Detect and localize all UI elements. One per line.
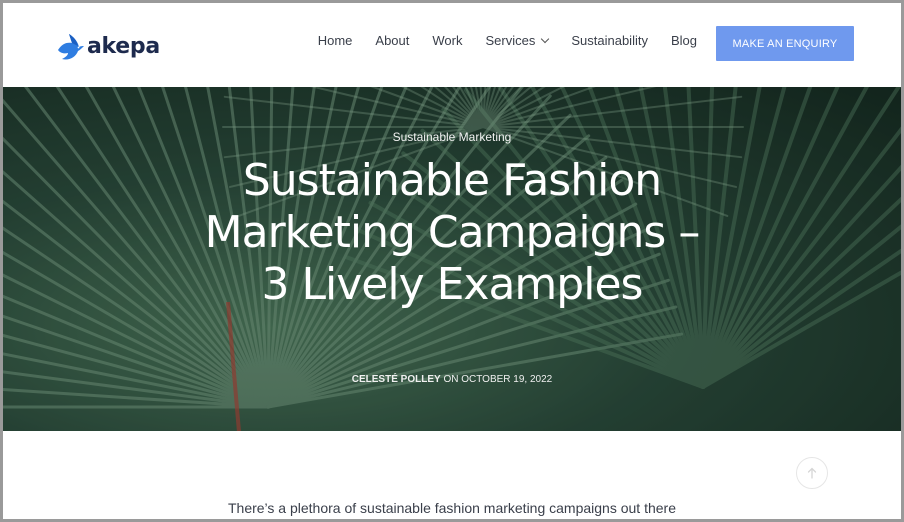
article-intro-text: There’s a plethora of sustainable fashio… xyxy=(227,500,676,516)
logo-text: akepa xyxy=(87,33,160,59)
nav-item-sustainability[interactable]: Sustainability xyxy=(571,33,648,48)
author-link[interactable]: CELESTÉ POLLEY xyxy=(352,374,441,385)
hero-banner: Sustainable Marketing Sustainable Fashio… xyxy=(3,87,901,431)
logo[interactable]: akepa xyxy=(54,29,160,63)
nav-item-home[interactable]: Home xyxy=(318,33,353,48)
nav-item-label: About xyxy=(375,33,410,48)
nav-item-blog[interactable]: Blog xyxy=(671,33,697,48)
site-header: akepa Home About Work Services Sustainab… xyxy=(3,3,901,87)
chevron-down-icon xyxy=(541,34,550,44)
post-date: OCTOBER 19, 2022 xyxy=(461,374,553,385)
nav-item-work[interactable]: Work xyxy=(432,33,462,48)
nav-item-about[interactable]: About xyxy=(375,33,409,48)
bird-icon xyxy=(58,34,84,60)
scroll-to-top-button[interactable] xyxy=(796,457,828,489)
arrow-up-icon xyxy=(807,467,817,479)
post-byline: CELESTÉ POLLEY ON OCTOBER 19, 2022 xyxy=(3,374,901,385)
nav-item-services[interactable]: Services xyxy=(485,33,550,48)
nav-item-label: Work xyxy=(432,33,463,48)
post-category-link[interactable]: Sustainable Marketing xyxy=(3,130,901,144)
nav-item-label: Services xyxy=(485,33,536,48)
byline-date-prefix: ON xyxy=(443,374,459,385)
make-enquiry-button[interactable]: MAKE AN ENQUIRY xyxy=(716,26,854,61)
nav-item-label: Home xyxy=(317,33,353,48)
nav-item-label: Blog xyxy=(670,33,697,48)
nav-item-label: Sustainability xyxy=(571,33,648,48)
main-nav: Home About Work Services Sustainability … xyxy=(318,33,697,48)
post-title: Sustainable Fashion Marketing Campaigns … xyxy=(204,155,701,310)
